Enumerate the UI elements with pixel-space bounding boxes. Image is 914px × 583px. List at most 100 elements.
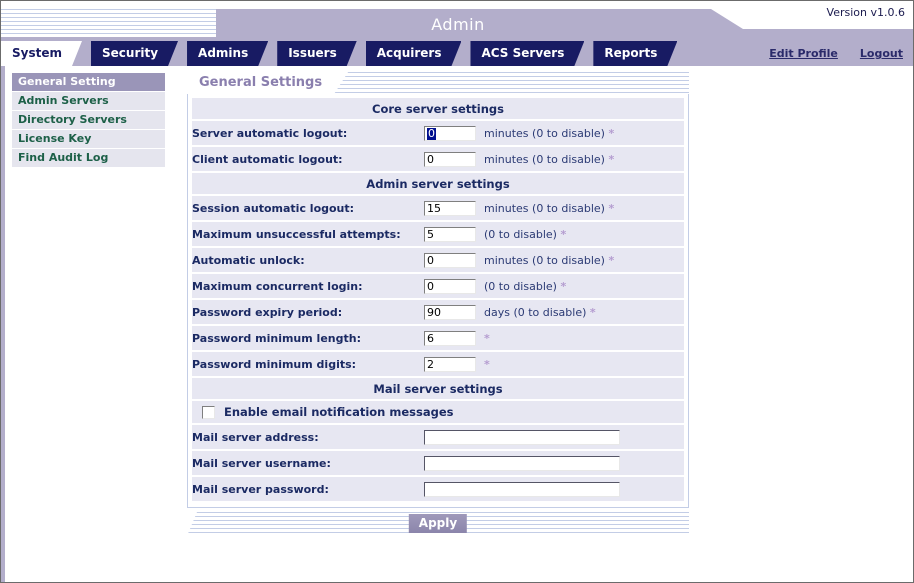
field-label-maximum-concurrent-login: Maximum concurrent login: — [192, 273, 424, 300]
panel-title: General Settings — [187, 72, 348, 94]
field-cell — [424, 351, 484, 378]
tab-admins[interactable]: Admins — [187, 41, 268, 66]
left-rail — [1, 66, 5, 582]
required-asterisk: * — [484, 357, 490, 371]
required-asterisk: * — [589, 305, 596, 319]
email-notification-cell: Enable email notification messages — [192, 400, 684, 425]
tab-acs-servers[interactable]: ACS Servers — [470, 41, 584, 66]
header-links: Edit Profile Logout — [769, 41, 903, 66]
field-label-client-automatic-logout: Client automatic logout: — [192, 146, 424, 173]
password-expiry-period-input[interactable] — [424, 304, 476, 320]
field-cell — [424, 299, 484, 326]
field-label-password-minimum-digits: Password minimum digits: — [192, 351, 424, 378]
table-row: Password expiry period: days (0 to disab… — [192, 299, 684, 326]
field-cell — [424, 221, 484, 248]
field-unit-text: minutes (0 to disable) — [484, 126, 605, 140]
field-label-automatic-unlock: Automatic unlock: — [192, 247, 424, 274]
section-header-mail: Mail server settings — [192, 377, 684, 401]
required-asterisk: * — [560, 279, 567, 293]
email-notification-row[interactable]: Enable email notification messages — [192, 401, 684, 423]
field-unit-cell: days (0 to disable) * — [484, 299, 684, 326]
section-header-core: Core server settings — [192, 98, 684, 121]
table-row: Server automatic logout: 0 minutes (0 to… — [192, 120, 684, 147]
table-row: Mail server address: — [192, 424, 684, 451]
sidebar-item-admin-servers[interactable]: Admin Servers — [12, 92, 165, 110]
field-unit-text: (0 to disable) — [484, 227, 557, 241]
table-row: Password minimum digits: * — [192, 351, 684, 378]
field-label-session-automatic-logout: Session automatic logout: — [192, 195, 424, 222]
sidebar-item-find-audit-log[interactable]: Find Audit Log — [12, 149, 165, 167]
field-unit-text: minutes (0 to disable) — [484, 253, 605, 267]
field-unit-cell: minutes (0 to disable) * — [484, 195, 684, 222]
password-minimum-digits-input[interactable] — [424, 356, 476, 372]
required-asterisk: * — [608, 253, 615, 267]
field-cell — [424, 146, 484, 173]
page-body: General Setting Admin Servers Directory … — [1, 66, 913, 582]
field-unit-text: days (0 to disable) — [484, 305, 587, 319]
section-label-core: Core server settings — [192, 98, 684, 121]
settings-table: Core server settings Server automatic lo… — [192, 98, 684, 503]
field-cell — [424, 450, 684, 477]
panel-body: Core server settings Server automatic lo… — [187, 94, 689, 508]
table-row: Session automatic logout: minutes (0 to … — [192, 195, 684, 222]
panel-header: General Settings — [187, 72, 689, 94]
field-cell — [424, 476, 684, 503]
field-unit-cell: minutes (0 to disable) * — [484, 247, 684, 274]
field-unit-text: minutes (0 to disable) — [484, 152, 605, 166]
section-label-mail: Mail server settings — [192, 377, 684, 401]
field-label-server-automatic-logout: Server automatic logout: — [192, 120, 424, 147]
mail-server-username-input[interactable] — [424, 455, 620, 471]
table-row: Password minimum length: * — [192, 325, 684, 352]
required-asterisk: * — [560, 227, 567, 241]
required-asterisk: * — [608, 152, 615, 166]
table-row: Automatic unlock: minutes (0 to disable)… — [192, 247, 684, 274]
tab-system[interactable]: System — [1, 41, 82, 66]
maximum-unsuccessful-attempts-input[interactable] — [424, 226, 476, 242]
field-unit-cell: (0 to disable) * — [484, 221, 684, 248]
field-unit-cell: * — [484, 325, 684, 352]
field-label-mail-server-address: Mail server address: — [192, 424, 424, 451]
section-header-admin: Admin server settings — [192, 172, 684, 196]
maximum-concurrent-login-input[interactable] — [424, 278, 476, 294]
app-title: Admin — [431, 15, 485, 34]
top-banner: Admin Version v1.0.6 — [1, 1, 913, 41]
table-row: Mail server password: — [192, 476, 684, 503]
apply-button[interactable]: Apply — [408, 514, 468, 533]
session-automatic-logout-input[interactable] — [424, 200, 476, 216]
password-minimum-length-input[interactable] — [424, 330, 476, 346]
table-row: Enable email notification messages — [192, 400, 684, 425]
logout-link[interactable]: Logout — [860, 41, 903, 66]
field-label-password-minimum-length: Password minimum length: — [192, 325, 424, 352]
tab-list: System Security Admins Issuers Acquirers… — [1, 41, 686, 66]
field-unit-cell: (0 to disable) * — [484, 273, 684, 300]
table-row: Client automatic logout: minutes (0 to d… — [192, 146, 684, 173]
enable-email-notification-checkbox[interactable] — [202, 405, 215, 419]
table-row: Maximum unsuccessful attempts: (0 to dis… — [192, 221, 684, 248]
edit-profile-link[interactable]: Edit Profile — [769, 41, 838, 66]
field-cell — [424, 424, 684, 451]
field-label-maximum-unsuccessful-attempts: Maximum unsuccessful attempts: — [192, 221, 424, 248]
required-asterisk: * — [608, 201, 615, 215]
sidebar-item-directory-servers[interactable]: Directory Servers — [12, 111, 165, 129]
table-row: Maximum concurrent login: (0 to disable)… — [192, 273, 684, 300]
field-cell: 0 — [424, 120, 484, 147]
mail-server-address-input[interactable] — [424, 429, 620, 445]
client-automatic-logout-input[interactable] — [424, 151, 476, 167]
apply-bar: Apply — [187, 512, 689, 536]
field-unit-cell: * — [484, 351, 684, 378]
mail-server-password-input[interactable] — [424, 481, 620, 497]
tab-reports[interactable]: Reports — [593, 41, 677, 66]
field-label-password-expiry-period: Password expiry period: — [192, 299, 424, 326]
tab-bar: System Security Admins Issuers Acquirers… — [1, 41, 913, 66]
automatic-unlock-input[interactable] — [424, 252, 476, 268]
table-row: Mail server username: — [192, 450, 684, 477]
sidebar-item-general-setting[interactable]: General Setting — [12, 73, 165, 91]
field-unit-cell: minutes (0 to disable) * — [484, 120, 684, 147]
enable-email-notification-label: Enable email notification messages — [224, 405, 454, 419]
tab-acquirers[interactable]: Acquirers — [366, 41, 462, 66]
tab-security[interactable]: Security — [91, 41, 178, 66]
required-asterisk: * — [608, 126, 615, 140]
sidebar-item-license-key[interactable]: License Key — [12, 130, 165, 148]
section-label-admin: Admin server settings — [192, 172, 684, 196]
tab-issuers[interactable]: Issuers — [277, 41, 357, 66]
